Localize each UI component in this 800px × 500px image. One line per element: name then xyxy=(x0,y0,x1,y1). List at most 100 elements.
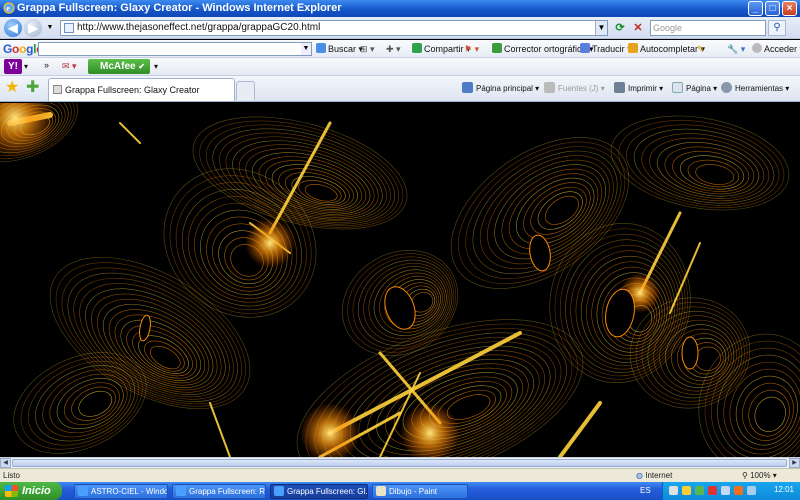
google-search-input[interactable]: ▼ xyxy=(38,42,312,56)
swirl-ring xyxy=(175,182,307,311)
feeds-button[interactable]: Fuentes (J) ▾ xyxy=(544,82,605,95)
paint-icon xyxy=(376,486,386,496)
autofill-button[interactable]: Autocompletar ▾ xyxy=(628,43,705,56)
clock: 12:01 xyxy=(773,485,794,494)
tray-display-icon[interactable] xyxy=(747,486,756,495)
swirl-ring xyxy=(633,128,775,204)
tab-label: Grappa Fullscreen: Glaxy Creator xyxy=(65,85,200,95)
glow-spot xyxy=(0,103,55,158)
tools-menu-button[interactable]: Herramientas ▾ xyxy=(721,82,789,95)
page-menu-button[interactable]: Página ▾ xyxy=(672,82,717,95)
mcafee-siteadvisor-button[interactable]: McAfee ✔ xyxy=(88,59,150,74)
favorites-star-icon[interactable]: ★ xyxy=(5,80,19,96)
tray-network-icon[interactable] xyxy=(669,486,678,495)
swirl-ring xyxy=(291,176,346,205)
tray-volume-icon[interactable] xyxy=(721,486,730,495)
spellcheck-button[interactable]: Corrector ortográfico ▾ xyxy=(492,43,594,56)
minimize-button[interactable]: _ xyxy=(748,1,763,16)
url-field[interactable]: http://www.thejasoneffect.net/grappa/gra… xyxy=(60,20,608,36)
light-streak xyxy=(119,122,141,144)
swirl-ring xyxy=(304,184,338,202)
yahoo-more-button[interactable]: » xyxy=(44,59,49,72)
google-logo: Google xyxy=(3,42,43,56)
taskbar-item[interactable]: ASTRO-CIEL - Windo... xyxy=(74,484,168,499)
ie-icon xyxy=(176,486,186,496)
horizontal-scrollbar[interactable]: ◀ ▶ xyxy=(0,457,800,468)
autofill-icon xyxy=(628,43,638,53)
spellcheck-icon xyxy=(492,43,502,53)
swirl-ring xyxy=(187,195,298,303)
refresh-button[interactable]: ⟳ xyxy=(612,20,628,36)
forward-button[interactable]: ▶ xyxy=(24,19,42,37)
tray-security-icon[interactable] xyxy=(682,486,691,495)
tray-update-icon[interactable] xyxy=(734,486,743,495)
google-search-button[interactable]: Buscar ▾ xyxy=(316,43,363,56)
refresh-icon: ⟳ xyxy=(615,22,625,34)
ie-icon xyxy=(78,486,88,496)
swirl-ring xyxy=(85,288,226,395)
taskbar-item[interactable]: Dibujo - Paint xyxy=(372,484,468,499)
swirl-ring xyxy=(698,333,800,457)
swirl-ring xyxy=(150,345,181,370)
user-icon xyxy=(752,43,762,53)
swirl-ring xyxy=(63,382,120,425)
taskbar-item-active[interactable]: Grappa Fullscreen: Gl... xyxy=(270,484,368,499)
mcafee-dropdown[interactable]: ▾ xyxy=(154,60,158,73)
swirl-ring xyxy=(265,160,363,212)
close-button[interactable]: × xyxy=(782,1,797,16)
page-content[interactable] xyxy=(0,103,800,457)
mcafee-check-icon: ✔ xyxy=(138,62,146,71)
yahoo-dropdown[interactable]: ▾ xyxy=(24,60,28,73)
tab-command-bar: ★ ✚ Grappa Fullscreen: Glaxy Creator Pág… xyxy=(0,76,800,102)
history-dropdown-button[interactable]: ▼ xyxy=(42,20,58,36)
toolbar-options-button[interactable]: ⊞ ▾ xyxy=(360,43,375,56)
scroll-left-button[interactable]: ◀ xyxy=(0,458,11,468)
swirl-ring xyxy=(458,141,626,284)
swirl-ring xyxy=(67,272,238,402)
status-text: Listo xyxy=(3,471,20,480)
start-button[interactable]: Inicio xyxy=(0,482,62,500)
ie-icon xyxy=(274,486,284,496)
svg-text:e: e xyxy=(6,4,10,13)
toolbar-plus-button[interactable]: ✚ ▾ xyxy=(386,43,401,56)
search-input[interactable]: Google xyxy=(650,20,766,36)
url-dropdown-button[interactable]: ▼ xyxy=(595,21,607,35)
print-button[interactable]: Imprimir ▾ xyxy=(614,82,663,95)
swirl-ring xyxy=(55,262,247,407)
tray-antivirus-icon[interactable] xyxy=(708,486,717,495)
back-arrow-icon: ◀ xyxy=(8,21,18,35)
stop-icon: ✕ xyxy=(633,22,643,34)
translate-button[interactable]: Traducir ▾ xyxy=(580,43,632,56)
scroll-right-button[interactable]: ▶ xyxy=(789,458,800,468)
language-indicator[interactable]: ES xyxy=(640,486,651,495)
page-icon xyxy=(64,23,74,33)
zone-indicator[interactable]: ◍ Internet xyxy=(636,471,672,480)
stop-button[interactable]: ✕ xyxy=(630,20,646,36)
taskbar-item[interactable]: Grappa Fullscreen: R... xyxy=(172,484,266,499)
back-button[interactable]: ◀ xyxy=(4,19,22,37)
share-button[interactable]: Compartir ▾ xyxy=(412,43,471,56)
url-text: http://www.thejasoneffect.net/grappa/gra… xyxy=(77,22,321,33)
signin-button[interactable]: Acceder ▾ xyxy=(752,43,800,56)
add-favorites-icon[interactable]: ✚ xyxy=(26,80,39,96)
yahoo-mail-icon[interactable]: ✉ ▾ xyxy=(62,60,77,73)
search-button[interactable]: ⚲ xyxy=(768,20,786,36)
wrench-icon[interactable]: 🔧 ▾ xyxy=(727,43,745,56)
tab-active[interactable]: Grappa Fullscreen: Glaxy Creator xyxy=(48,78,235,101)
swirl-ring xyxy=(508,173,599,250)
yahoo-logo[interactable]: Y! xyxy=(4,59,22,74)
home-button[interactable]: Página principal ▾ xyxy=(462,82,539,95)
bookmark-button[interactable]: ⚑ ▾ xyxy=(464,43,479,56)
tray-mcafee-icon[interactable] xyxy=(695,486,704,495)
swirl-ring xyxy=(132,330,193,377)
yahoo-toolbar: Y! ▾ » ✉ ▾ McAfee ✔ ▾ xyxy=(0,58,800,76)
new-tab-button[interactable] xyxy=(236,81,255,100)
swirl-ring xyxy=(664,146,755,195)
pencil-icon[interactable]: ✎ xyxy=(697,43,705,56)
zoom-control[interactable]: ⚲ 100% ▾ xyxy=(742,471,777,480)
google-search-dropdown[interactable]: ▼ xyxy=(301,43,311,55)
scrollbar-thumb[interactable] xyxy=(12,459,787,467)
printer-icon xyxy=(614,82,625,93)
swirl-ring xyxy=(49,373,128,434)
maximize-button[interactable]: □ xyxy=(765,1,780,16)
